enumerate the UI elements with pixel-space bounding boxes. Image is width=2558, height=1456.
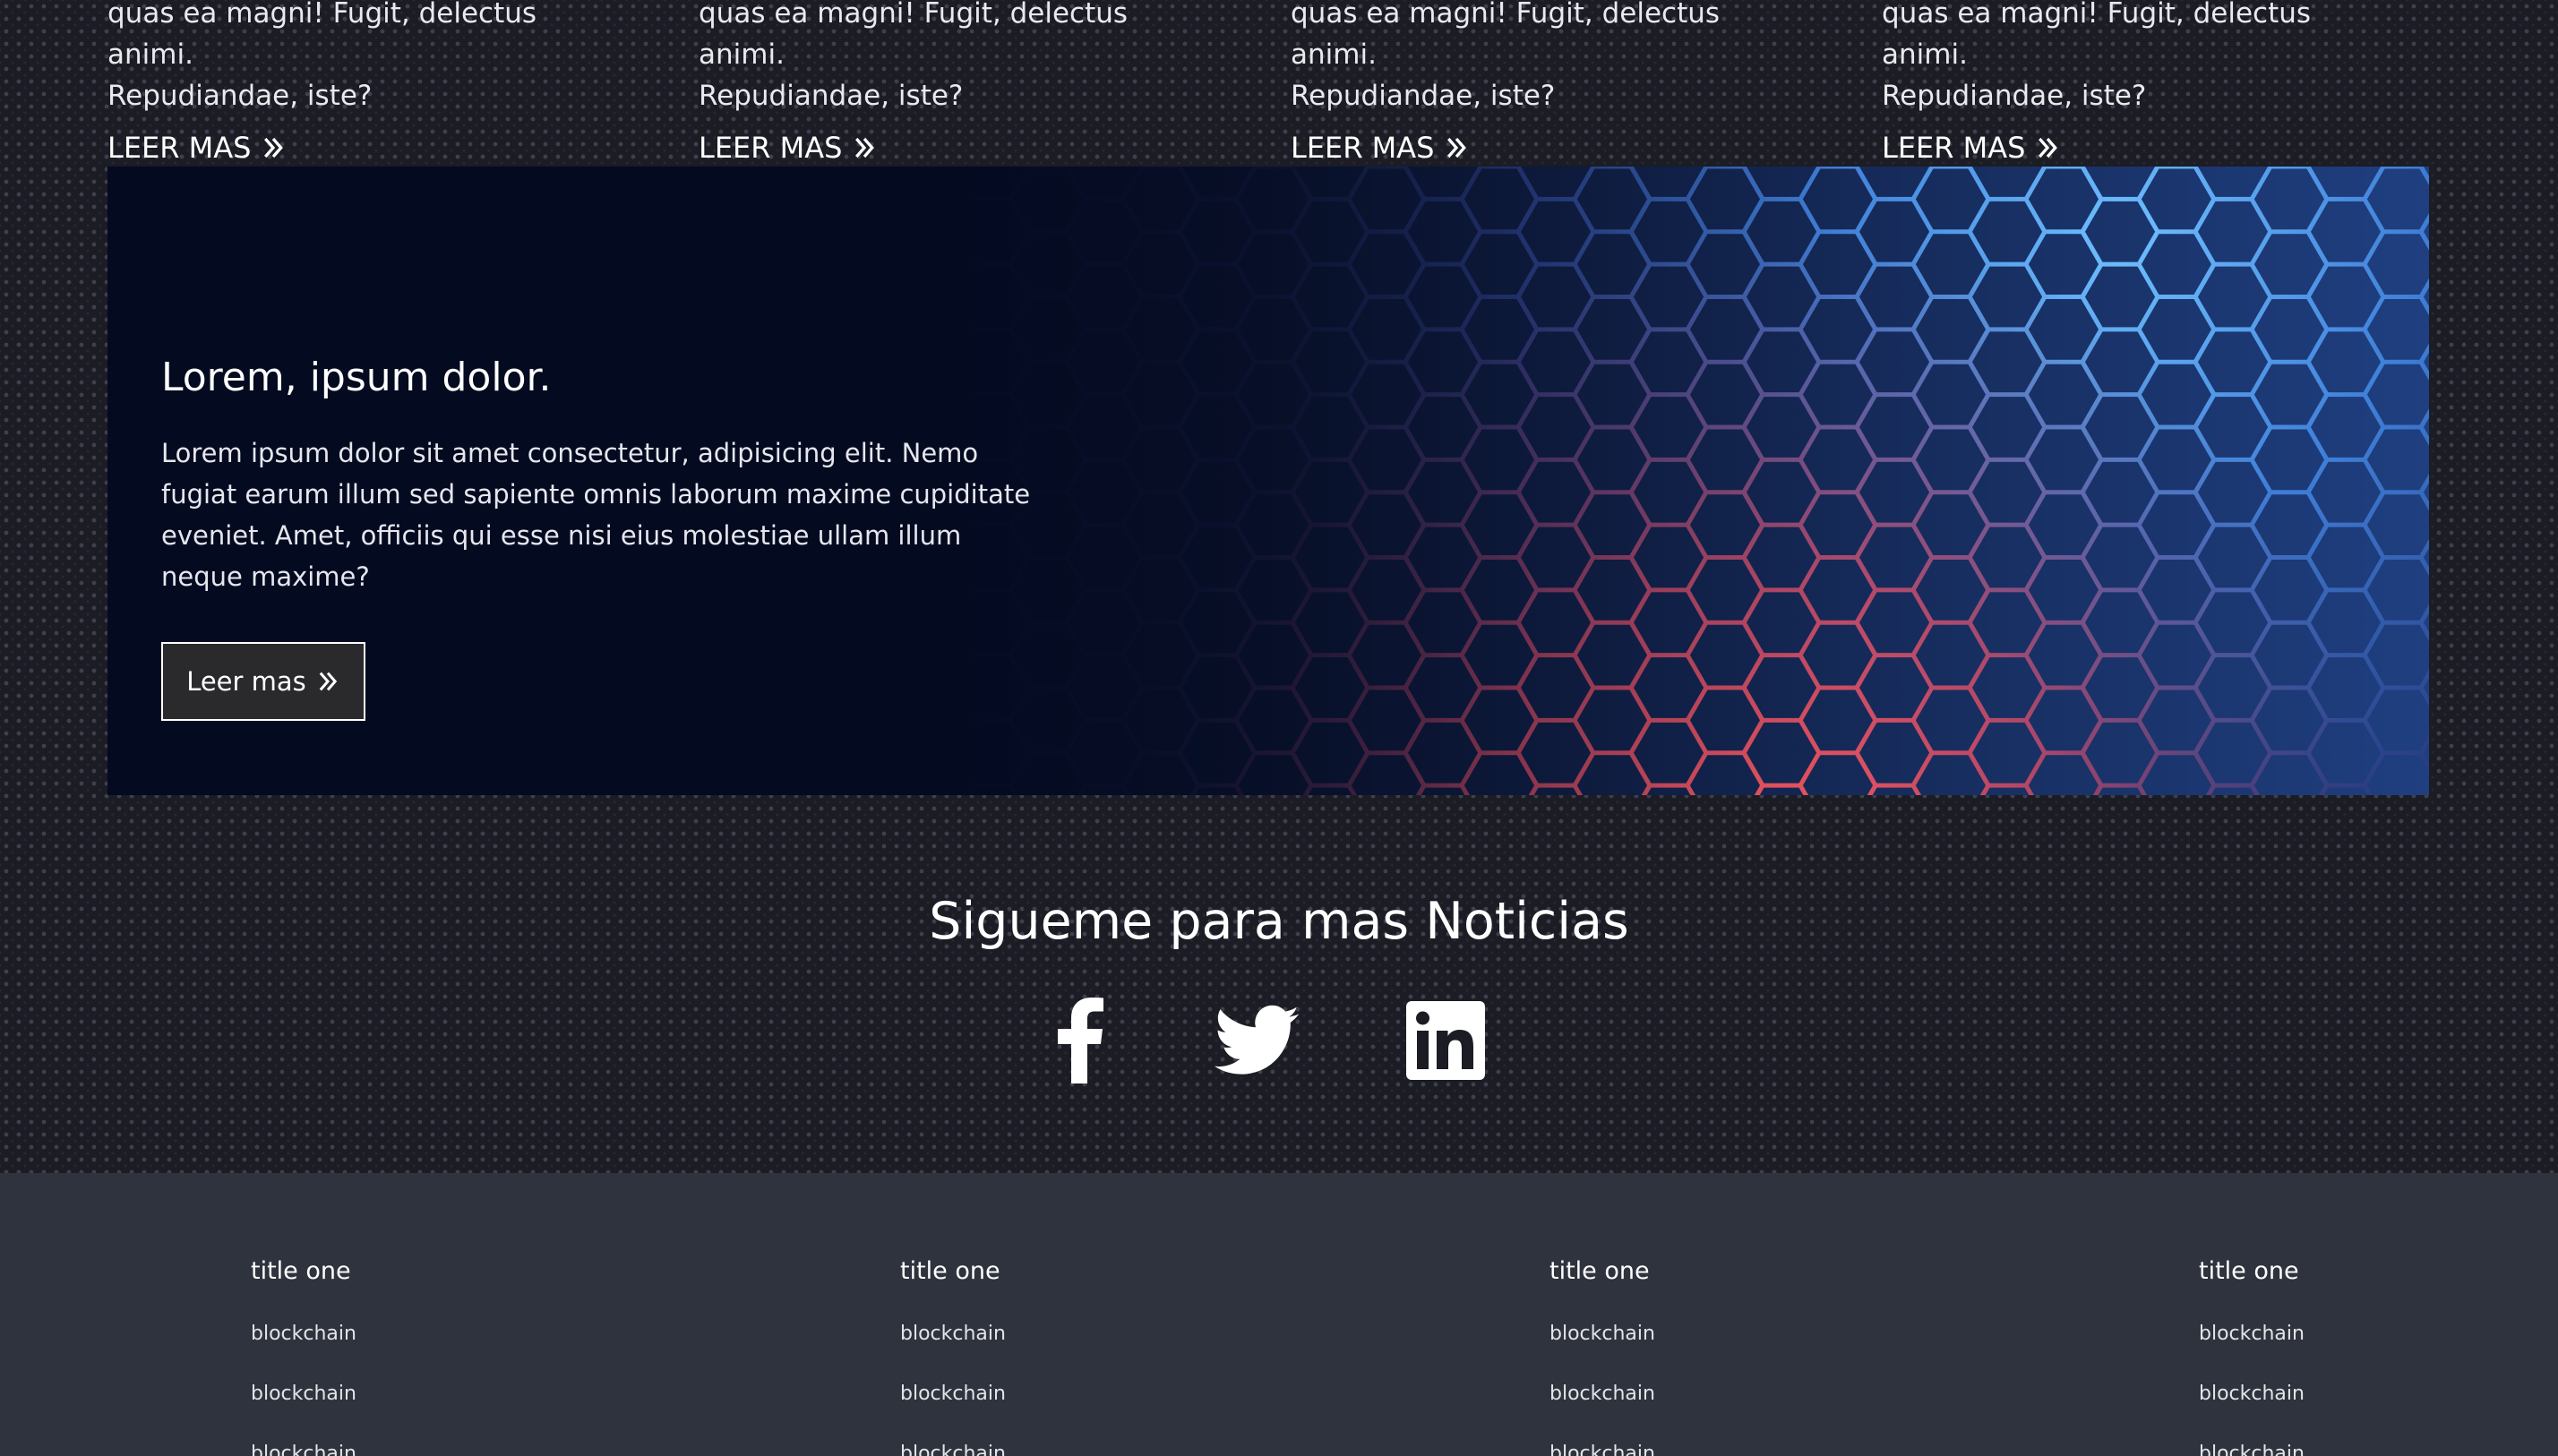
list-item: blockchain [1549, 1441, 1908, 1456]
footer-link[interactable]: blockchain [2199, 1323, 2305, 1345]
footer-column: title one blockchain blockchain blockcha… [1549, 1257, 1908, 1456]
linkedin-link[interactable] [1406, 994, 1485, 1083]
list-item: blockchain [251, 1441, 609, 1456]
footer-link[interactable]: blockchain [251, 1383, 356, 1405]
footer-column-title: title one [251, 1257, 351, 1285]
footer-link-list: blockchain blockchain blockchain [251, 1321, 609, 1456]
footer-link[interactable]: blockchain [1549, 1323, 1655, 1345]
footer-column-title: title one [2199, 1257, 2299, 1285]
footer-column-title: title one [1549, 1257, 1650, 1285]
article-card-text: quas ea magni! Fugit, delectus animi. Re… [1882, 0, 2312, 112]
read-more-link[interactable]: LEER MAS [699, 131, 878, 165]
article-card: quas ea magni! Fugit, delectus animi. Re… [1291, 0, 1792, 165]
footer-column-title: title one [900, 1257, 1000, 1285]
footer-link[interactable]: blockchain [251, 1323, 356, 1345]
article-card: quas ea magni! Fugit, delectus animi. Re… [699, 0, 1200, 165]
list-item: blockchain [1549, 1321, 1908, 1381]
banner-title: Lorem, ipsum dolor. [161, 355, 552, 400]
read-more-button[interactable]: Leer mas [161, 642, 365, 721]
double-chevron-right-icon [1447, 137, 1467, 158]
footer-link[interactable]: blockchain [900, 1443, 1006, 1456]
double-chevron-right-icon [264, 137, 284, 158]
list-item: blockchain [900, 1321, 1258, 1381]
footer-column: title one blockchain blockchain blockcha… [900, 1257, 1258, 1456]
footer: title one blockchain blockchain blockcha… [0, 1173, 2558, 1456]
footer-column: title one blockchain blockchain blockcha… [251, 1257, 609, 1456]
footer-link[interactable]: blockchain [2199, 1443, 2305, 1456]
linkedin-icon [1406, 1001, 1485, 1080]
list-item: blockchain [900, 1441, 1258, 1456]
footer-link-list: blockchain blockchain blockchain [1549, 1321, 1908, 1456]
list-item: blockchain [2199, 1321, 2557, 1381]
footer-link[interactable]: blockchain [900, 1383, 1006, 1405]
double-chevron-right-icon [2039, 137, 2058, 158]
social-links [0, 994, 2558, 1083]
article-card: quas ea magni! Fugit, delectus animi. Re… [1882, 0, 2383, 165]
list-item: blockchain [2199, 1441, 2557, 1456]
list-item: blockchain [251, 1321, 609, 1381]
read-more-link[interactable]: LEER MAS [1882, 131, 2061, 165]
hero-banner: Lorem, ipsum dolor. Lorem ipsum dolor si… [107, 167, 2429, 795]
list-item: blockchain [251, 1381, 609, 1441]
double-chevron-right-icon [319, 672, 337, 691]
footer-link[interactable]: blockchain [1549, 1443, 1655, 1456]
follow-title: Sigueme para mas Noticias [929, 892, 1629, 951]
footer-link[interactable]: blockchain [2199, 1383, 2305, 1405]
banner-content: Lorem, ipsum dolor. Lorem ipsum dolor si… [161, 355, 1057, 721]
list-item: blockchain [900, 1381, 1258, 1441]
twitter-icon [1215, 1005, 1300, 1075]
banner-text: Lorem ipsum dolor sit amet consectetur, … [161, 438, 1031, 592]
article-card-text: quas ea magni! Fugit, delectus animi. Re… [699, 0, 1129, 112]
read-more-link[interactable]: LEER MAS [107, 131, 287, 165]
twitter-link[interactable] [1215, 994, 1300, 1087]
follow-section: Sigueme para mas Noticias [0, 892, 2558, 951]
article-card-text: quas ea magni! Fugit, delectus animi. Re… [1291, 0, 1721, 112]
facebook-icon [1058, 998, 1103, 1083]
double-chevron-right-icon [855, 137, 875, 158]
footer-column: title one blockchain blockchain blockcha… [2199, 1257, 2557, 1456]
footer-link-list: blockchain blockchain blockchain [2199, 1321, 2557, 1456]
footer-link-list: blockchain blockchain blockchain [900, 1321, 1258, 1456]
article-card: quas ea magni! Fugit, delectus animi. Re… [107, 0, 609, 165]
footer-link[interactable]: blockchain [1549, 1383, 1655, 1405]
read-more-link[interactable]: LEER MAS [1291, 131, 1470, 165]
list-item: blockchain [2199, 1381, 2557, 1441]
article-card-text: quas ea magni! Fugit, delectus animi. Re… [107, 0, 537, 112]
list-item: blockchain [1549, 1381, 1908, 1441]
facebook-link[interactable] [1050, 994, 1107, 1087]
article-cards: quas ea magni! Fugit, delectus animi. Re… [0, 0, 2558, 165]
footer-link[interactable]: blockchain [900, 1323, 1006, 1345]
footer-link[interactable]: blockchain [251, 1443, 356, 1456]
